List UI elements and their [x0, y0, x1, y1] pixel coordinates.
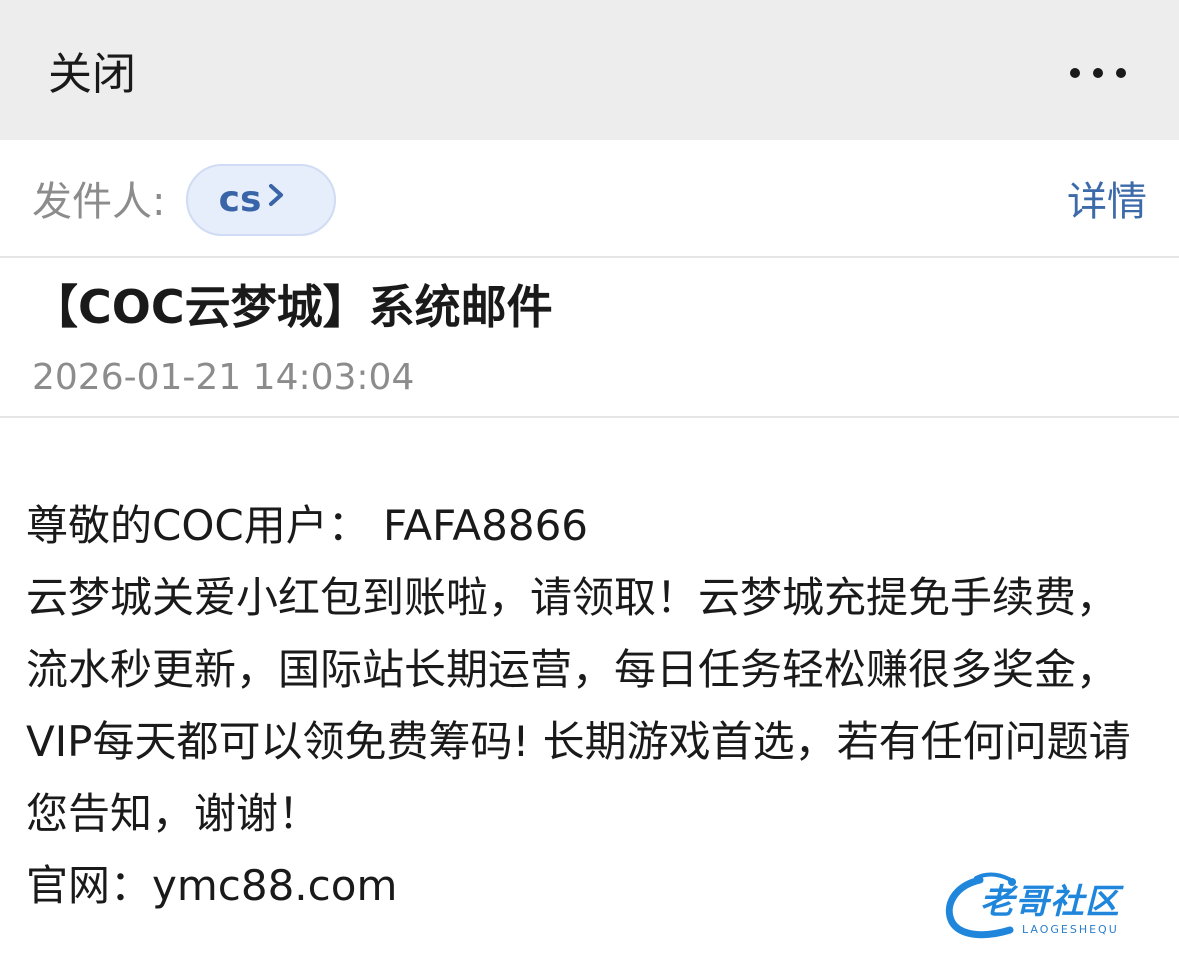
watermark-subtext: LAOGESHEQU	[1022, 923, 1119, 936]
sender-row: 发件人: cs 详情	[0, 140, 1179, 258]
chevron-right-icon	[269, 184, 284, 206]
header-divider	[0, 416, 1179, 418]
sender-chip[interactable]: cs	[186, 164, 336, 236]
more-dot	[1093, 68, 1103, 78]
more-icon[interactable]	[1070, 62, 1126, 84]
mail-body: 尊敬的COC用户： FAFA8866 云梦城关爱小红包到账啦，请领取！云梦城充提…	[26, 490, 1146, 922]
close-button[interactable]: 关闭	[48, 48, 136, 102]
mail-greeting: 尊敬的COC用户： FAFA8866	[26, 501, 589, 550]
mail-subject: 【COC云梦城】系统邮件	[32, 280, 553, 334]
mail-paragraph: 云梦城关爱小红包到账啦，请领取！云梦城充提免手续费，流水秒更新，国际站长期运营，…	[26, 573, 1131, 838]
top-bar: 关闭	[0, 0, 1179, 140]
watermark-text: 老哥社区	[980, 882, 1120, 922]
details-link[interactable]: 详情	[1067, 178, 1147, 226]
sender-name: cs	[218, 179, 262, 220]
more-dot	[1116, 68, 1126, 78]
sender-label: 发件人:	[32, 179, 166, 225]
mail-timestamp: 2026-01-21 14:03:04	[32, 357, 415, 398]
watermark-logo: 老哥社区 LAOGESHEQU	[940, 872, 1164, 942]
more-dot	[1070, 68, 1080, 78]
